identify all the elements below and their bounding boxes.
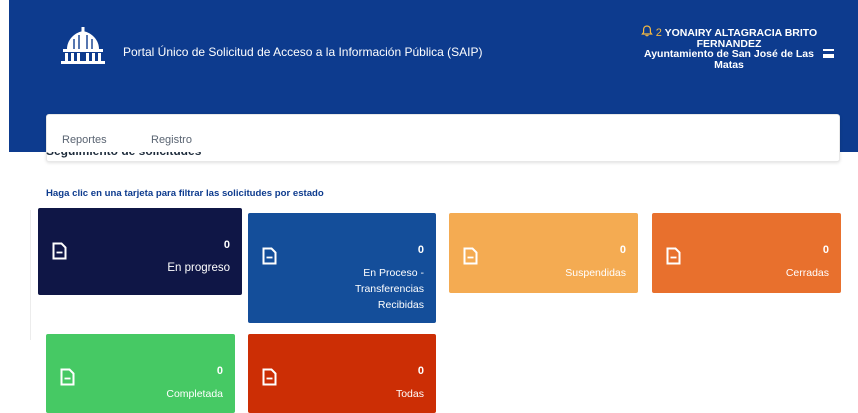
document-icon [52,242,67,260]
organization-name: Ayuntamiento de San José de Las Matas [644,48,814,71]
document-icon [463,247,478,265]
card-en-proceso-transferencias[interactable]: 0 En Proceso - Transferencias Recibidas [248,213,436,323]
government-logo-icon [61,27,105,64]
card-label: Suspendidas [565,267,626,279]
document-icon [262,368,277,386]
card-label: Todas [395,388,424,400]
card-count: 0 [619,244,626,256]
card-label: Completada [166,388,223,400]
user-name: YONAIRY ALTAGRACIA BRITO FERNANDEZ [664,27,818,50]
notification-count: 2 [655,27,662,39]
document-icon [262,247,277,265]
divider [30,210,31,340]
card-count: 0 [417,244,424,256]
card-count: 0 [822,244,829,256]
card-label: En progreso [167,262,230,274]
card-label: Cerradas [785,267,829,279]
card-todas[interactable]: 0 Todas [248,334,436,413]
card-cerradas[interactable]: 0 Cerradas [652,213,841,293]
filter-hint: Haga clic en una tarjeta para filtrar la… [46,188,324,199]
card-label: En Proceso - Transferencias Recibidas [354,267,424,311]
document-icon [666,247,681,265]
section-title: Seguimiento de solicitudes [46,152,201,162]
card-count: 0 [216,365,223,377]
nav-registro[interactable]: Registro [151,134,192,146]
document-icon [60,368,75,386]
card-en-progreso[interactable]: 0 En progreso [38,208,242,295]
card-count: 0 [223,239,230,251]
user-menu[interactable]: 2 YONAIRY ALTAGRACIA BRITO FERNANDEZ Ayu… [639,25,819,70]
card-suspendidas[interactable]: 0 Suspendidas [449,213,638,293]
portal-title: Portal Único de Solicitud de Acceso a la… [123,45,483,59]
card-count: 0 [417,365,424,377]
card-completada[interactable]: 0 Completada [46,334,235,413]
bell-icon[interactable] [640,25,653,37]
nav-reportes[interactable]: Reportes [62,134,107,146]
hamburger-menu-icon[interactable] [823,49,834,58]
